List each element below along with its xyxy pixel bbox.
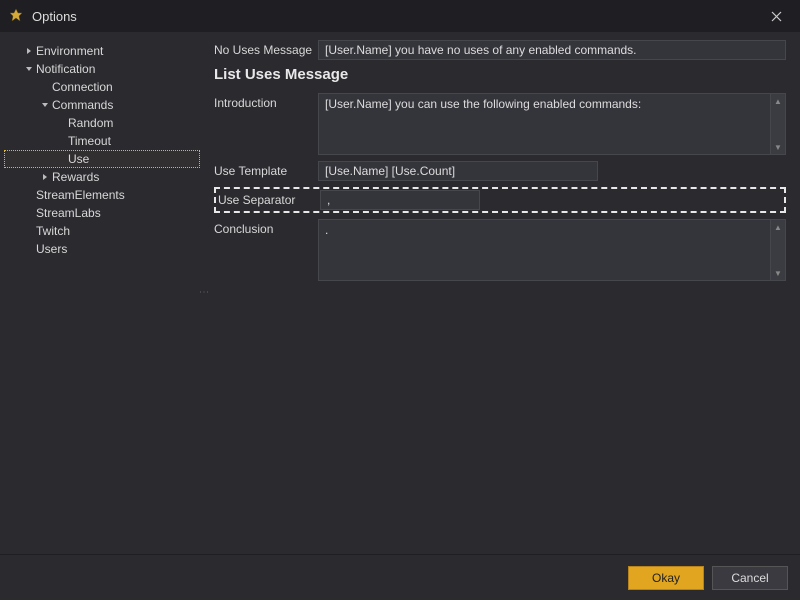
tree-item-label: Random (68, 116, 113, 130)
tree-item-label: Environment (36, 44, 103, 58)
close-icon (771, 11, 782, 22)
chevron-right-icon[interactable] (24, 47, 34, 55)
no-uses-message-row: No Uses Message (214, 40, 786, 60)
introduction-row: Introduction ▲ ▼ (214, 93, 786, 155)
use-separator-highlight: Use Separator (214, 187, 786, 213)
tree-item-label: StreamElements (36, 188, 125, 202)
tree-item-timeout[interactable]: Timeout (4, 132, 200, 150)
scroll-down-icon[interactable]: ▼ (771, 266, 785, 280)
section-title: List Uses Message (214, 66, 786, 83)
chevron-right-icon[interactable] (40, 173, 50, 181)
footer: Okay Cancel (0, 554, 800, 600)
tree-item-twitch[interactable]: Twitch (4, 222, 200, 240)
tree-item-label: Users (36, 242, 67, 256)
use-separator-input[interactable] (320, 190, 480, 210)
tree-item-streamelements[interactable]: StreamElements (4, 186, 200, 204)
okay-button[interactable]: Okay (628, 566, 704, 590)
use-separator-label: Use Separator (218, 190, 320, 207)
scroll-up-icon[interactable]: ▲ (771, 220, 785, 234)
tree-item-random[interactable]: Random (4, 114, 200, 132)
tree-item-label: Use (68, 152, 89, 166)
close-button[interactable] (760, 0, 792, 32)
options-window: Options Environment Notification Connectio… (0, 0, 800, 600)
conclusion-row: Conclusion ▲ ▼ (214, 219, 786, 281)
tree-item-label: Timeout (68, 134, 111, 148)
tree-item-label: Twitch (36, 224, 70, 238)
introduction-scrollbar[interactable]: ▲ ▼ (770, 93, 786, 155)
no-uses-message-input[interactable] (318, 40, 786, 60)
tree-item-use[interactable]: Use (4, 150, 200, 168)
tree-item-rewards[interactable]: Rewards (4, 168, 200, 186)
scroll-down-icon[interactable]: ▼ (771, 140, 785, 154)
body: Environment Notification Connection Command… (0, 32, 800, 554)
tree-item-label: Rewards (52, 170, 99, 184)
tree-item-label: Connection (52, 80, 113, 94)
tree-item-users[interactable]: Users (4, 240, 200, 258)
window-title: Options (32, 9, 760, 24)
titlebar: Options (0, 0, 800, 32)
use-separator-row: Use Separator (218, 190, 782, 210)
tree-item-notification[interactable]: Notification (4, 60, 200, 78)
tree-item-environment[interactable]: Environment (4, 42, 200, 60)
scroll-up-icon[interactable]: ▲ (771, 94, 785, 108)
tree-item-label: Notification (36, 62, 95, 76)
app-icon (8, 8, 24, 24)
tree-item-label: Commands (52, 98, 113, 112)
sidebar-tree: Environment Notification Connection Command… (0, 32, 200, 554)
tree-item-connection[interactable]: Connection (4, 78, 200, 96)
no-uses-message-label: No Uses Message (214, 40, 318, 57)
use-template-input[interactable] (318, 161, 598, 181)
chevron-down-icon[interactable] (24, 65, 34, 73)
conclusion-scrollbar[interactable]: ▲ ▼ (770, 219, 786, 281)
tree-item-label: StreamLabs (36, 206, 101, 220)
use-template-row: Use Template (214, 161, 786, 181)
introduction-input[interactable] (318, 93, 770, 155)
tree-item-commands[interactable]: Commands (4, 96, 200, 114)
conclusion-input[interactable] (318, 219, 770, 281)
use-template-label: Use Template (214, 161, 318, 178)
chevron-down-icon[interactable] (40, 101, 50, 109)
cancel-button[interactable]: Cancel (712, 566, 788, 590)
conclusion-label: Conclusion (214, 219, 318, 236)
introduction-label: Introduction (214, 93, 318, 110)
settings-panel: No Uses Message List Uses Message Introd… (206, 32, 800, 554)
tree-item-streamlabs[interactable]: StreamLabs (4, 204, 200, 222)
